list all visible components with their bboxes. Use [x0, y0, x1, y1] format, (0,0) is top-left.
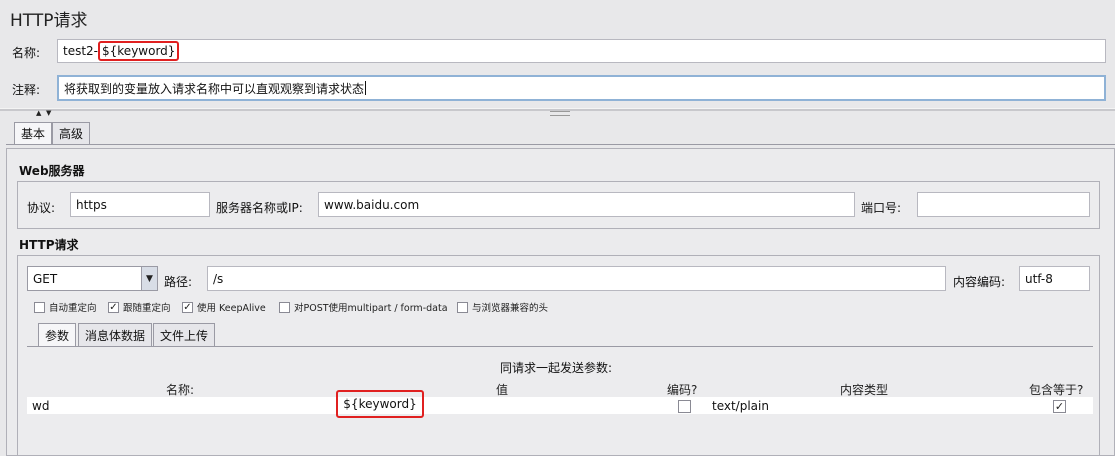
tab-parameters[interactable]: 参数: [38, 323, 77, 346]
param-value-cell[interactable]: ${keyword}: [336, 390, 424, 418]
protocol-value: https: [76, 197, 107, 212]
web-server-section-label: Web服务器: [19, 164, 85, 178]
collapse-down-icon[interactable]: ▼: [46, 109, 51, 117]
path-label: 路径:: [164, 275, 193, 289]
encoding-value: utf-8: [1025, 271, 1053, 286]
col-header-content-type: 内容类型: [840, 383, 889, 397]
tab-body-data[interactable]: 消息体数据: [78, 323, 153, 346]
http-request-section-label: HTTP请求: [19, 238, 79, 252]
path-input[interactable]: /s: [207, 266, 946, 291]
server-input[interactable]: www.baidu.com: [318, 192, 855, 217]
splitter-grip[interactable]: [550, 111, 570, 116]
tab-basic[interactable]: 基本: [14, 122, 53, 144]
method-select[interactable]: GET ▼: [27, 266, 158, 291]
method-value: GET: [33, 271, 58, 286]
path-value: /s: [213, 271, 224, 286]
checkbox-browser-headers[interactable]: [457, 301, 468, 313]
col-header-encode: 编码?: [667, 383, 698, 397]
option-browser-headers[interactable]: 与浏览器兼容的头: [457, 300, 548, 314]
table-row[interactable]: [27, 397, 1093, 414]
port-input[interactable]: [917, 192, 1090, 217]
option-auto-redirect[interactable]: 自动重定向: [34, 300, 97, 314]
checkbox-keepalive[interactable]: ✓: [182, 301, 193, 313]
protocol-label: 协议:: [27, 201, 56, 215]
param-include-equals-checkbox[interactable]: ✓: [1053, 400, 1066, 413]
name-label: 名称:: [12, 46, 41, 60]
tab-basic-label: 基本: [21, 127, 46, 141]
option-follow-redirect-label: 跟随重定向: [123, 303, 171, 314]
port-label: 端口号:: [861, 201, 902, 215]
option-auto-redirect-label: 自动重定向: [49, 303, 97, 314]
server-value: www.baidu.com: [324, 197, 420, 212]
param-name-cell[interactable]: wd: [32, 399, 49, 413]
tab-file-upload[interactable]: 文件上传: [153, 323, 216, 346]
protocol-input[interactable]: https: [70, 192, 210, 217]
tab-advanced[interactable]: 高级: [52, 122, 91, 144]
checkbox-auto-redirect[interactable]: [34, 301, 45, 313]
subtab-strip-line: [27, 346, 1093, 347]
name-value-prefix: test2-: [63, 44, 99, 58]
col-header-include-equals: 包含等于?: [1029, 383, 1084, 397]
option-multipart[interactable]: 对POST使用multipart / form-data: [279, 300, 448, 314]
chevron-down-icon[interactable]: ▼: [141, 267, 157, 290]
option-keepalive-label: 使用 KeepAlive: [197, 303, 266, 314]
page-title: HTTP请求: [10, 11, 88, 31]
tab-strip-line: [6, 144, 1115, 145]
encoding-input[interactable]: utf-8: [1019, 266, 1090, 291]
option-follow-redirect[interactable]: ✓ 跟随重定向: [108, 300, 171, 314]
comment-label: 注释:: [12, 83, 41, 97]
option-multipart-label: 对POST使用multipart / form-data: [294, 303, 448, 314]
comment-value: 将获取到的变量放入请求名称中可以直观观察到请求状态: [64, 81, 365, 96]
checkbox-follow-redirect[interactable]: ✓: [108, 301, 119, 313]
tab-parameters-label: 参数: [45, 328, 70, 343]
name-input[interactable]: test2- ${keyword}: [57, 39, 1106, 63]
text-cursor: [365, 81, 367, 95]
option-keepalive[interactable]: ✓ 使用 KeepAlive: [182, 300, 266, 314]
checkbox-multipart[interactable]: [279, 301, 290, 313]
encoding-label: 内容编码:: [953, 275, 1006, 289]
tab-file-upload-label: 文件上传: [160, 328, 209, 343]
comment-input[interactable]: 将获取到的变量放入请求名称中可以直观观察到请求状态: [57, 75, 1106, 101]
params-caption: 同请求一起发送参数:: [500, 361, 613, 375]
col-header-name: 名称:: [166, 383, 195, 397]
server-label: 服务器名称或IP:: [216, 201, 303, 215]
name-value-highlight: ${keyword}: [98, 41, 180, 61]
col-header-value: 值: [496, 383, 509, 397]
collapse-up-icon[interactable]: ▲: [36, 109, 41, 117]
tab-advanced-label: 高级: [59, 127, 84, 141]
param-content-type-cell[interactable]: text/plain: [712, 399, 769, 413]
option-browser-headers-label: 与浏览器兼容的头: [472, 303, 549, 314]
param-encode-checkbox[interactable]: [678, 400, 691, 413]
tab-body-data-label: 消息体数据: [85, 328, 146, 343]
